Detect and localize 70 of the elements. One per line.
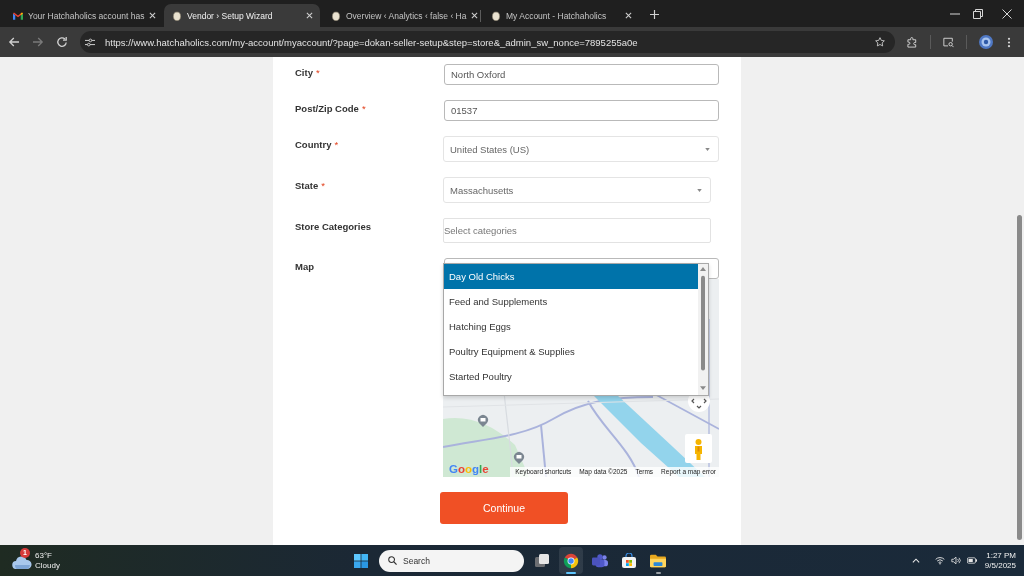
close-icon[interactable] [306, 12, 313, 19]
select-field[interactable]: Massachusetts [443, 177, 711, 203]
close-icon[interactable] [149, 12, 157, 19]
continue-button[interactable]: Continue [440, 492, 568, 524]
browser-icon [563, 552, 579, 569]
browser-tab[interactable]: Your Hatchaholics account has [5, 4, 161, 27]
sliders-icon[interactable] [85, 37, 95, 47]
caret-icon [697, 188, 702, 192]
map-logo: Google [449, 463, 489, 476]
field-label: Store Categories [295, 221, 372, 233]
dropdown-option[interactable]: Hatching Eggs [444, 314, 698, 339]
required-mark: * [334, 139, 339, 151]
clock-time[interactable]: 1:27 PM [986, 550, 1016, 561]
scrollbar-thumb[interactable] [1016, 215, 1022, 540]
star-icon[interactable] [875, 37, 885, 47]
menu-icon[interactable] [1007, 36, 1011, 48]
dropdown-option[interactable]: Feed and Supplements [444, 289, 698, 314]
close-icon[interactable] [625, 12, 632, 19]
select-field[interactable]: United States (US) [443, 136, 719, 162]
screen-search-icon[interactable] [943, 36, 954, 48]
taskbar-app[interactable] [559, 547, 583, 574]
map-pin-icon[interactable] [477, 414, 489, 428]
field-label: Post/Zip Code [295, 103, 359, 115]
browser-tab[interactable]: Vendor › Setup Wizard [164, 4, 320, 27]
required-mark: * [321, 180, 325, 192]
browser-tab[interactable]: My Account - Hatchaholics [483, 4, 639, 27]
close-icon[interactable] [1002, 8, 1012, 19]
field-label: State [295, 180, 319, 192]
cloud-icon[interactable] [12, 556, 32, 569]
field-label: Country [295, 139, 332, 151]
map-pin-icon[interactable] [513, 451, 525, 465]
clock-date[interactable]: 9/5/2025 [984, 560, 1016, 571]
dropdown-option[interactable]: Poultry Equipment & Supplies [444, 339, 698, 364]
chevron-up-icon[interactable] [910, 556, 921, 565]
puzzle-icon[interactable] [907, 36, 918, 48]
categories-field[interactable]: Select categories [443, 218, 711, 243]
scrollbar[interactable] [698, 264, 708, 395]
battery-icon[interactable] [966, 556, 977, 565]
egg-icon [331, 10, 341, 21]
arrow-left-icon[interactable] [8, 36, 20, 48]
close-icon[interactable] [471, 12, 479, 19]
caret-icon [705, 147, 710, 151]
restore-icon[interactable] [973, 8, 983, 19]
weather-temperature: 63°F [35, 550, 53, 561]
required-mark: * [361, 103, 366, 115]
address-bar[interactable]: https://www.hatchaholics.com/my-account/myaccount/?page=dokan-seller-setup&step=store&_admin_sw_nonce=7895255a0e [80, 31, 895, 53]
avatar-icon[interactable] [979, 35, 993, 49]
speaker-icon[interactable] [950, 556, 961, 565]
team-icon [592, 552, 608, 569]
egg-icon [491, 10, 501, 21]
mail-icon [13, 10, 23, 21]
field-label: City [295, 67, 313, 79]
plus-icon[interactable] [650, 10, 659, 19]
field-label: Map [295, 261, 314, 273]
text-field[interactable]: 01537 [444, 100, 719, 121]
wifi-icon[interactable] [934, 556, 945, 565]
windows-logo-icon[interactable] [354, 553, 368, 568]
required-mark: * [315, 67, 320, 79]
text-field[interactable]: North Oxford [444, 64, 719, 85]
shopping-bag-icon [621, 552, 637, 569]
browser-tab[interactable]: Overview ‹ Analytics ‹ false ‹ Ha [323, 4, 479, 27]
stacked-windows-icon [534, 552, 550, 569]
dropdown-option[interactable]: Day Old Chicks [444, 264, 698, 289]
weather-condition: Cloudy [35, 560, 60, 571]
search-field[interactable]: Search [379, 549, 524, 572]
egg-icon [172, 10, 182, 21]
dropdown-option[interactable]: Started Poultry [444, 364, 698, 389]
folder-icon [650, 552, 666, 569]
reload-icon[interactable] [56, 36, 68, 48]
search-icon [388, 556, 397, 565]
